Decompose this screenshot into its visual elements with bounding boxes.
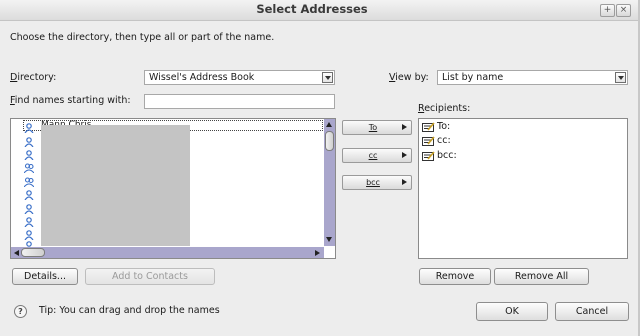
chevron-down-icon[interactable] <box>322 72 333 83</box>
bcc-button[interactable]: bcc <box>342 175 412 190</box>
recipient-card-icon <box>422 122 435 132</box>
recipient-card-icon <box>422 136 435 146</box>
remove-all-button[interactable]: Remove All <box>494 268 589 285</box>
person-icon <box>24 230 34 240</box>
cc-button[interactable]: cc <box>342 148 412 163</box>
directory-label: Directory: <box>10 72 57 83</box>
details-button[interactable]: Details... <box>12 268 78 285</box>
person-icon <box>24 217 34 227</box>
scroll-right-icon[interactable] <box>315 250 320 256</box>
scroll-thumb[interactable] <box>325 131 334 151</box>
instructions-text: Choose the directory, then type all or p… <box>10 32 275 43</box>
recipients-label: Recipients: <box>418 103 471 114</box>
tip-text: Tip: You can drag and drop the names <box>39 305 220 316</box>
ok-button[interactable]: OK <box>476 302 548 321</box>
view-by-dropdown[interactable]: List by name <box>437 70 628 85</box>
title-bar: Select Addresses + × <box>0 0 640 21</box>
cancel-button[interactable]: Cancel <box>555 302 629 321</box>
recipients-list[interactable]: To: cc: bcc: <box>418 118 628 259</box>
group-icon <box>24 177 34 187</box>
find-names-label: Find names starting with: <box>10 95 131 106</box>
person-icon <box>24 190 34 200</box>
scroll-thumb[interactable] <box>21 248 45 257</box>
directory-value: Wissel's Address Book <box>149 72 255 83</box>
redacted-names <box>41 125 190 246</box>
help-icon: ? <box>14 305 27 318</box>
scroll-up-icon[interactable] <box>326 122 332 127</box>
find-names-input[interactable] <box>144 94 335 109</box>
vertical-scrollbar[interactable] <box>324 119 335 246</box>
view-by-value: List by name <box>442 72 504 83</box>
chevron-down-icon[interactable] <box>615 72 626 83</box>
person-icon <box>24 123 34 133</box>
recipient-card-icon <box>422 151 435 161</box>
window-title: Select Addresses <box>256 2 368 16</box>
arrow-right-icon <box>402 124 407 130</box>
directory-dropdown[interactable]: Wissel's Address Book <box>144 70 335 85</box>
person-icon <box>24 150 34 160</box>
scroll-down-icon[interactable] <box>326 237 332 242</box>
maximize-button[interactable]: + <box>600 4 615 17</box>
view-by-label: View by: <box>389 72 429 83</box>
arrow-right-icon <box>402 152 407 158</box>
remove-button[interactable]: Remove <box>419 268 491 285</box>
close-button[interactable]: × <box>616 4 631 17</box>
add-to-contacts-button[interactable]: Add to Contacts <box>85 268 215 285</box>
person-icon <box>24 204 34 214</box>
person-icon <box>24 137 34 147</box>
scroll-left-icon[interactable] <box>14 250 19 256</box>
horizontal-scrollbar[interactable] <box>11 247 324 258</box>
group-icon <box>24 163 34 173</box>
to-button[interactable]: To <box>342 120 412 135</box>
arrow-right-icon <box>402 179 407 185</box>
address-list[interactable]: Mann Chris <box>10 118 336 259</box>
